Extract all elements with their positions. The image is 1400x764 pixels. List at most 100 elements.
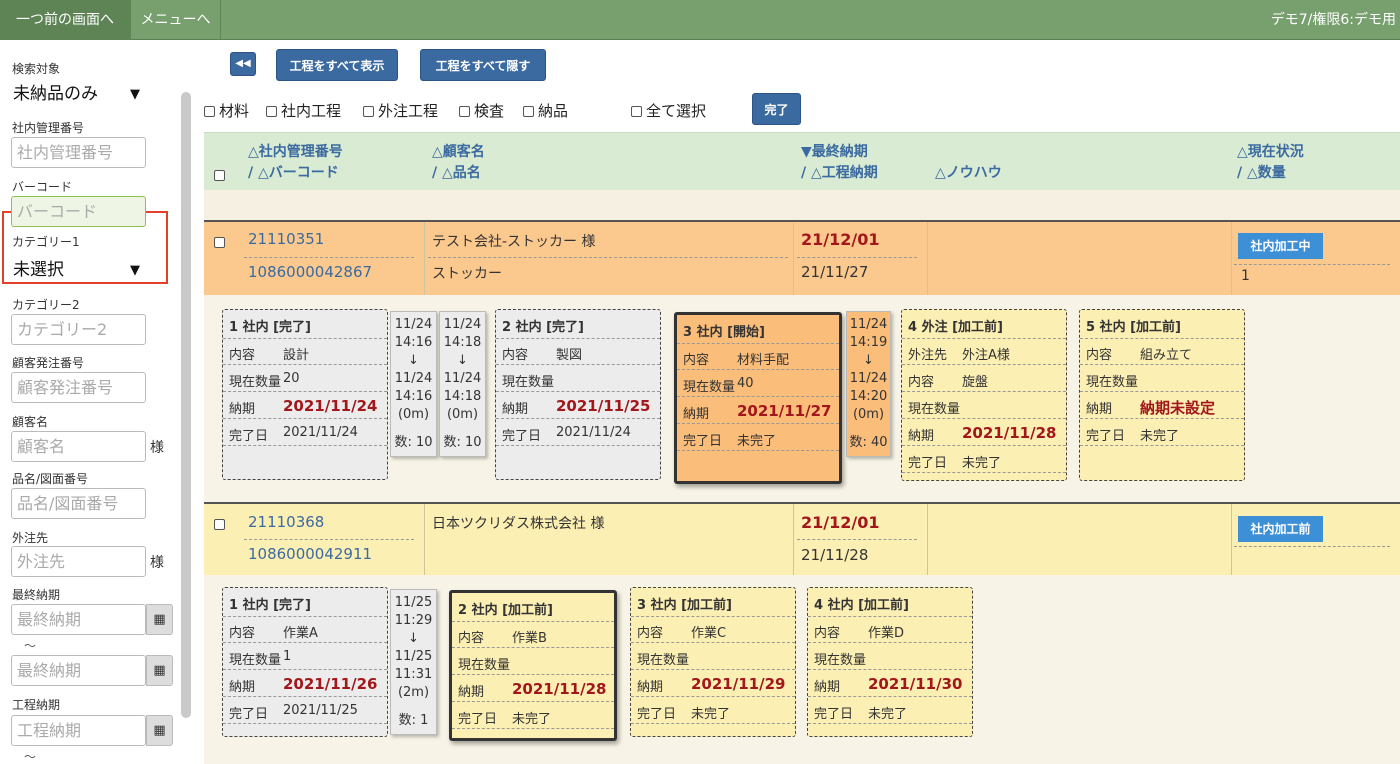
field-value: 未完了	[512, 712, 552, 727]
chevron-down-icon: ▼	[130, 263, 140, 278]
filter-label: 納品	[538, 102, 569, 120]
calendar-icon[interactable]: ▦	[146, 715, 173, 746]
sidebar-scrollbar[interactable]	[181, 92, 191, 718]
final-due-from-input[interactable]: 最終納期	[11, 604, 146, 635]
customer-name: 日本ツクリダス株式会社 様	[432, 516, 605, 532]
filter-select-all[interactable]: 全て選択	[631, 100, 706, 121]
outsource-input[interactable]: 外注先	[11, 546, 146, 577]
process-card[interactable]: 1 社内 [完了] 内容 設計 現在数量 20 納期 2021/11/24 完了日 2021/1…	[222, 309, 388, 480]
field-value: 2021/11/26	[283, 675, 378, 693]
mgmt-number-input[interactable]: 社内管理番号	[11, 137, 146, 168]
filter-outsource[interactable]: 外注工程	[363, 100, 438, 121]
process-card[interactable]: 1 社内 [完了] 内容 作業A 現在数量 1 納期 2021/11/26 完了日 2021/1…	[222, 587, 388, 737]
customer-order-input[interactable]: 顧客発注番号	[11, 372, 146, 403]
field-label: 内容	[458, 631, 485, 646]
field-value: 2021/11/27	[737, 402, 832, 420]
product-input[interactable]: 品名/図面番号	[11, 488, 146, 519]
field-label: 内容	[814, 626, 841, 641]
done-button[interactable]: 完了	[752, 93, 801, 125]
process-card[interactable]: 4 社内 [加工前] 内容 作業D 現在数量 納期 2021/11/30 完了日 未完了	[807, 587, 973, 737]
filter-inhouse[interactable]: 社内工程	[266, 100, 341, 121]
field-value: 2021/11/25	[556, 397, 651, 415]
order-id-link[interactable]: 21110368	[248, 513, 324, 531]
transition-text: 数: 10	[394, 435, 433, 450]
sort-knowhow[interactable]: △ノウハウ	[935, 163, 1002, 184]
divider	[1080, 418, 1244, 419]
transition-text: 11/24	[849, 317, 888, 332]
divider	[1234, 546, 1390, 547]
barcode-link[interactable]: 1086000042911	[248, 545, 372, 563]
hide-all-button[interactable]: 工程をすべて隠す	[420, 49, 546, 81]
process-card-title: 4 社内 [加工前]	[814, 598, 909, 613]
transition-text: 14:19	[849, 335, 888, 350]
filter-material[interactable]: 材料	[204, 100, 249, 121]
row-checkbox[interactable]	[214, 237, 225, 248]
calendar-icon[interactable]: ▦	[146, 604, 173, 635]
show-all-button[interactable]: 工程をすべて表示	[276, 49, 398, 81]
divider	[677, 343, 839, 344]
category2-input[interactable]: カテゴリー2	[11, 314, 146, 345]
back-button[interactable]: 一つ前の画面へ	[0, 0, 131, 40]
divider	[452, 728, 614, 729]
checkbox[interactable]	[631, 106, 642, 117]
status-badge[interactable]: 社内加工中	[1238, 233, 1323, 259]
process-card[interactable]: 3 社内 [加工前] 内容 作業C 現在数量 納期 2021/11/29 完了日 未完了	[630, 587, 796, 737]
divider	[631, 696, 795, 697]
field-value: 組み立て	[1140, 348, 1193, 363]
user-info: デモ7/権限6:デモ用	[1270, 12, 1396, 28]
transition-text: (2m)	[397, 685, 430, 700]
divider	[808, 723, 972, 724]
order-row[interactable]: 21110368 1086000042911 日本ツクリダス株式会社 様 21/…	[204, 502, 1400, 577]
filter-inspection[interactable]: 検査	[459, 100, 504, 121]
checkbox[interactable]	[523, 106, 534, 117]
col-divider	[927, 222, 928, 297]
proc-due-from-input[interactable]: 工程納期	[11, 715, 146, 746]
process-card[interactable]: 2 社内 [完了] 内容 製図 現在数量 納期 2021/11/25 完了日 2021/11/…	[495, 309, 661, 480]
divider	[223, 642, 387, 643]
order-id-link[interactable]: 21110351	[248, 230, 324, 248]
row-checkbox[interactable]	[214, 519, 225, 530]
select-all-checkbox[interactable]	[214, 170, 225, 181]
field-label: 完了日	[1086, 429, 1126, 444]
category1-select[interactable]: 未選択 ▼	[11, 255, 146, 286]
sort-status[interactable]: △現在状況 / △数量	[1237, 142, 1304, 184]
process-card[interactable]: 5 社内 [加工前] 内容 組み立て 現在数量 納期 納期未設定 完了日 未完了	[1079, 309, 1245, 481]
sort-mgmt-number[interactable]: △社内管理番号 / △バーコード	[248, 142, 343, 184]
checkbox[interactable]	[204, 106, 215, 117]
header-text: ▼最終納期	[801, 144, 868, 160]
barcode-input[interactable]: バーコード	[11, 196, 146, 227]
field-value: 作業D	[868, 626, 905, 641]
barcode-link[interactable]: 1086000042867	[248, 263, 372, 281]
menu-button[interactable]: メニューへ	[131, 0, 221, 40]
process-card-title: 3 社内 [加工前]	[637, 598, 732, 613]
status-badge[interactable]: 社内加工前	[1238, 516, 1323, 542]
checkbox[interactable]	[266, 106, 277, 117]
range-tilde: ～	[24, 750, 37, 764]
transition-info: 11/24 14:18 ↓ 11/24 14:18 (0m) 数: 10	[439, 311, 486, 457]
header-text: / △数量	[1237, 165, 1286, 181]
proc-due-label: 工程納期	[12, 698, 61, 712]
process-card[interactable]: 3 社内 [開始] 内容 材料手配 現在数量 40 納期 2021/11/27 完了日 未完了	[674, 312, 842, 484]
final-due-to-input[interactable]: 最終納期	[11, 655, 146, 686]
checkbox[interactable]	[459, 106, 470, 117]
divider	[1234, 264, 1390, 265]
header-text: / △バーコード	[248, 165, 339, 181]
field-label: 納期	[229, 402, 256, 417]
divider	[902, 391, 1066, 392]
calendar-icon[interactable]: ▦	[146, 655, 173, 686]
field-value: 未完了	[737, 434, 777, 449]
search-sidebar: 検索対象 未納品のみ ▼ 社内管理番号 社内管理番号 バーコード バーコード カテ…	[0, 40, 196, 764]
filter-delivery[interactable]: 納品	[523, 100, 568, 121]
sort-customer[interactable]: △顧客名 / △品名	[432, 142, 485, 184]
customer-name-input[interactable]: 顧客名	[11, 431, 146, 462]
process-card[interactable]: 4 外注 [加工前] 外注先 外注A様 内容 旋盤 現在数量 納期 2021/11/28 完了日…	[901, 309, 1067, 481]
field-label: 納期	[458, 685, 485, 700]
field-value: 2021/11/30	[868, 675, 963, 693]
divider	[808, 669, 972, 670]
order-row[interactable]: 21110351 1086000042867 テスト会社-ストッカー 様 ストッ…	[204, 220, 1400, 297]
process-card[interactable]: 2 社内 [加工前] 内容 作業B 現在数量 納期 2021/11/28 完了日 未完了	[449, 590, 617, 741]
rewind-icon[interactable]: ◀◀	[230, 52, 256, 76]
sort-final-due[interactable]: ▼最終納期 / △工程納期	[801, 142, 878, 184]
checkbox[interactable]	[363, 106, 374, 117]
search-target-select[interactable]: 未納品のみ ▼	[11, 79, 146, 110]
